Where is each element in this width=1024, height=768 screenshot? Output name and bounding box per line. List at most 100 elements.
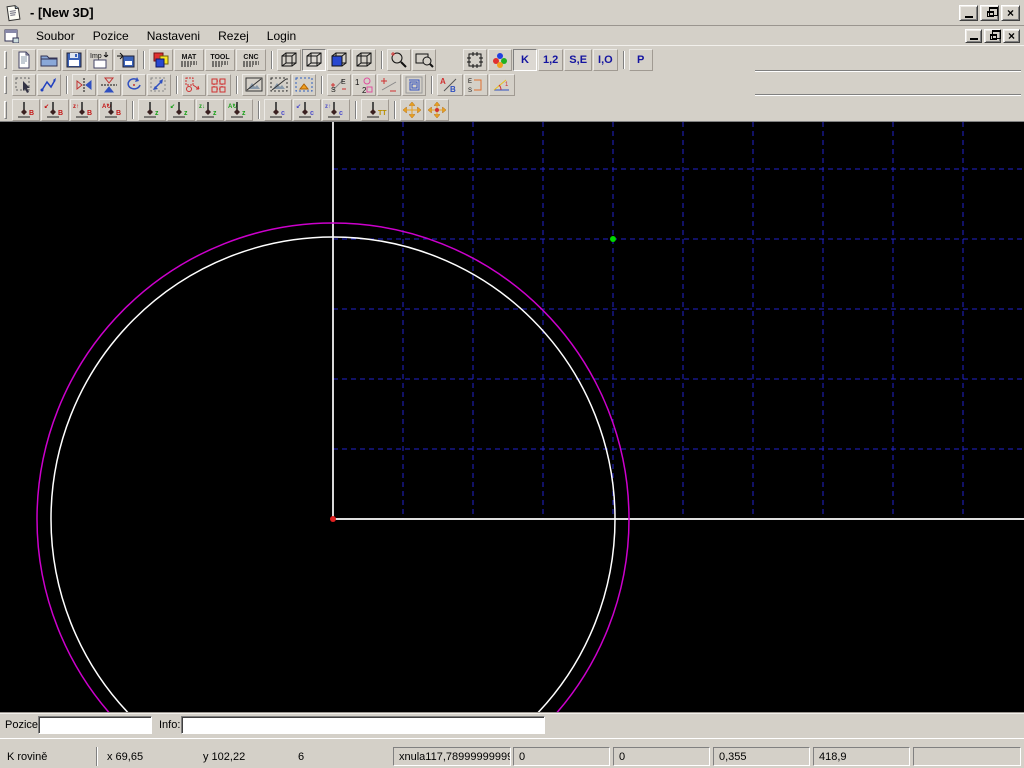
svg-text:z: z [242, 110, 246, 117]
toolbar-separator [176, 76, 178, 94]
rotate-button[interactable] [122, 74, 146, 96]
menu-items: SouborPoziceNastaveniRezejLogin [27, 27, 963, 45]
menu-pozice[interactable]: Pozice [84, 27, 138, 45]
view-iso-2-button[interactable] [302, 49, 326, 71]
app-icon[interactable] [4, 4, 22, 22]
contour-select-2-button[interactable] [267, 74, 291, 96]
tool-dir-c-angle-button[interactable]: ↙c [293, 99, 321, 121]
mode-i-o-button-label: I,O [595, 54, 616, 66]
svg-text:↙: ↙ [170, 104, 175, 110]
mdi-close-button[interactable]: × [1003, 29, 1020, 43]
contour-select-1-button[interactable] [242, 74, 266, 96]
new-file-icon [14, 51, 34, 69]
new-file-button[interactable] [12, 49, 36, 71]
polyline-tool-button[interactable] [37, 74, 61, 96]
grid-toggle-button[interactable] [463, 49, 487, 71]
svg-text:1: 1 [505, 82, 509, 88]
tool-dir-z-angle-button[interactable]: ↙z [167, 99, 195, 121]
p-mode-button[interactable]: P [629, 49, 653, 71]
view-solid-button[interactable] [327, 49, 351, 71]
mirror-horizontal-icon [74, 76, 94, 94]
svg-text:z: z [213, 110, 217, 117]
grid-toggle-icon [465, 51, 485, 69]
toolbar-grip[interactable] [4, 101, 7, 119]
menu-login[interactable]: Login [258, 27, 305, 45]
save-button[interactable] [62, 49, 86, 71]
toolbar-grip[interactable] [4, 76, 7, 94]
svg-text:z: z [184, 110, 188, 117]
zoom-window-button[interactable] [412, 49, 436, 71]
minimize-button[interactable] [959, 5, 978, 21]
mode-i-o-button[interactable]: I,O [593, 49, 618, 71]
pozice-input[interactable] [38, 716, 152, 734]
e-s-button[interactable]: ES [464, 74, 488, 96]
k-mode-button[interactable]: K [513, 49, 537, 71]
toolbar-grip[interactable] [4, 51, 7, 69]
open-file-button[interactable] [37, 49, 61, 71]
tool-dir-tt-button[interactable]: TT [361, 99, 389, 121]
toolbar-separator [143, 51, 145, 69]
contour-select-3-icon [294, 76, 314, 94]
view-iso-3-button[interactable] [352, 49, 376, 71]
scale-icon [149, 76, 169, 94]
cnc-button[interactable]: CNC [236, 49, 266, 71]
toolbar-separator [132, 101, 134, 119]
color-mode-button[interactable] [488, 49, 512, 71]
menu-rezej[interactable]: Rezej [209, 27, 258, 45]
a-b-button[interactable]: AB [437, 74, 463, 96]
select-tool-button[interactable] [12, 74, 36, 96]
scale-button[interactable] [147, 74, 171, 96]
material-button[interactable]: MAT [174, 49, 204, 71]
mdi-restore-button[interactable] [984, 29, 1001, 43]
toolbar-separator [431, 76, 433, 94]
info-input[interactable] [181, 716, 545, 734]
array-copy-button[interactable] [207, 74, 231, 96]
menu-soubor[interactable]: Soubor [27, 27, 84, 45]
pan-arrows-button[interactable] [400, 99, 424, 121]
a-b-icon: AB [439, 76, 461, 94]
pan-center-button[interactable] [425, 99, 449, 121]
close-button[interactable]: × [1001, 5, 1020, 21]
tool-dir-z-button[interactable]: z [138, 99, 166, 121]
status-xnula: xnula117,78999999999999 [393, 747, 511, 766]
mode-s-e-button[interactable]: S,E [564, 49, 592, 71]
copy-transform-button[interactable] [182, 74, 206, 96]
mdi-minimize-button[interactable] [965, 29, 982, 43]
tool-dir-tt-icon: TT [363, 101, 387, 119]
drawing-canvas[interactable] [0, 122, 1024, 712]
tool-dir-b-button[interactable]: B [12, 99, 40, 121]
mdi-child-icon[interactable] [4, 29, 19, 43]
tool-dir-b-angle-button[interactable]: ↙B [41, 99, 69, 121]
import-icon: Imp [89, 51, 111, 69]
view-iso-1-button[interactable] [277, 49, 301, 71]
rotate-icon [124, 76, 144, 94]
restore-button[interactable] [980, 5, 999, 21]
tool-dir-z-zdown-button[interactable]: z↓z [196, 99, 224, 121]
menu-nastaveni[interactable]: Nastaveni [138, 27, 209, 45]
svg-text:c: c [310, 110, 314, 117]
tool-dir-c-button[interactable]: c [264, 99, 292, 121]
tool-table-button[interactable]: TOOL [205, 49, 235, 71]
swap-1-2-button[interactable]: 12 [352, 74, 376, 96]
k-mode-button-label: K [518, 54, 532, 66]
menu-bar: SouborPoziceNastaveniRezejLogin × [0, 26, 1024, 46]
contour-select-3-button[interactable] [292, 74, 316, 96]
tool-dir-c-zup-button[interactable]: z↑c [322, 99, 350, 121]
colors-button[interactable] [149, 49, 173, 71]
toolbar-separator [381, 51, 383, 69]
import-button[interactable]: Imp [87, 49, 113, 71]
mirror-horizontal-button[interactable] [72, 74, 96, 96]
mirror-vertical-button[interactable] [97, 74, 121, 96]
angle-1-button[interactable]: 1 [489, 74, 515, 96]
tool-dir-b-zup-button[interactable]: z↑B [70, 99, 98, 121]
tool-dir-b-rot-button[interactable]: A↻B [99, 99, 127, 121]
toolbar-separator [355, 101, 357, 119]
offset-plus-minus-button[interactable] [377, 74, 401, 96]
zoom-in-button[interactable] [387, 49, 411, 71]
application-window: { "window": { "title": "- [New 3D]", "co… [0, 0, 1024, 768]
export-button[interactable] [114, 49, 138, 71]
start-end-points-button[interactable]: ES [327, 74, 351, 96]
tool-dir-z-rot-button[interactable]: A↻z [225, 99, 253, 121]
spiral-button[interactable] [402, 74, 426, 96]
mode-1-2-button[interactable]: 1,2 [538, 49, 563, 71]
